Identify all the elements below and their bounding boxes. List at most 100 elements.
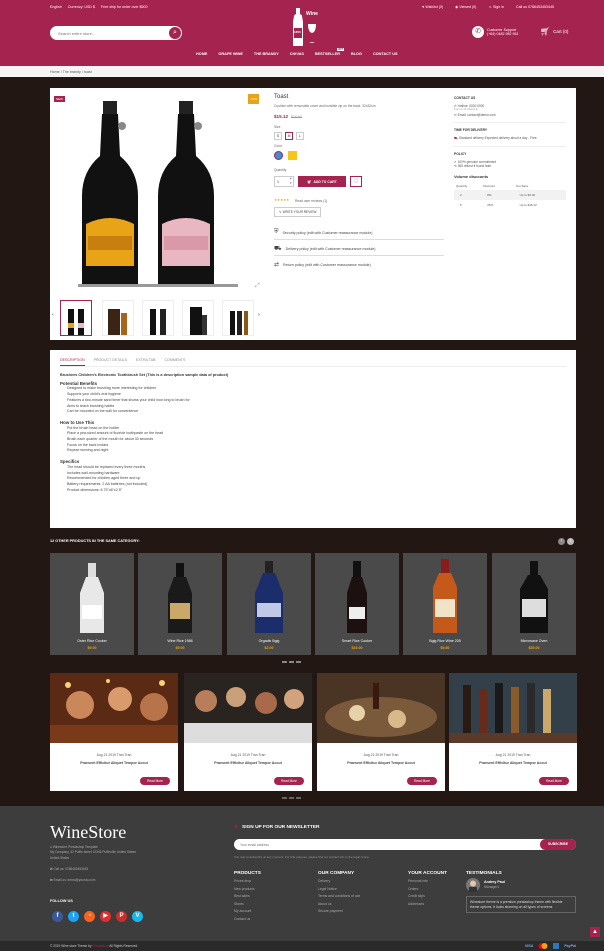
quantity-stepper[interactable]: ▴ ▾ (290, 176, 292, 186)
prestashop-link[interactable]: Prestashop (92, 944, 108, 948)
rss-icon[interactable]: ◔ (84, 911, 95, 922)
bottle-image (433, 559, 457, 633)
footer-link[interactable]: Legal Notice (318, 886, 360, 894)
table-row: 5 25% Up to $18.12 (460, 202, 537, 207)
wishlist-link[interactable]: ♥ Wishlist (0) (422, 5, 449, 9)
blog-card[interactable]: Aug 21 2019 Tran Tran Praesent Efficitur… (317, 673, 445, 791)
pagination-dot[interactable] (282, 797, 287, 799)
tab-description[interactable]: DESCRIPTION (60, 358, 85, 366)
read-more-button[interactable]: Read More (274, 777, 304, 785)
subscribe-button[interactable]: SUBSCRIBE (540, 839, 576, 850)
nav-the-brandy[interactable]: THE BRANDY (254, 52, 279, 56)
currency-select[interactable]: Currency: USD $ (68, 5, 95, 9)
product-card[interactable]: Microwave Oven $35.00 (492, 553, 576, 655)
footer-link[interactable]: Terms and conditions of use (318, 893, 360, 901)
search-input[interactable] (50, 26, 160, 40)
blog-meta: Aug 21 2019 Tran Tran (363, 753, 399, 757)
footer-link[interactable]: Orders (408, 886, 447, 894)
pagination-dot[interactable] (289, 797, 294, 799)
size-s[interactable]: S (274, 132, 282, 140)
footer-link[interactable]: Stores (234, 901, 261, 909)
blog-title[interactable]: Praesent Efficitur Aliquet Tempor Accut (50, 761, 178, 765)
signin-link[interactable]: ☺ Sign in (488, 5, 510, 9)
search-icon[interactable]: ⌕ (169, 27, 181, 39)
wishlist-heart-icon[interactable]: ♡ (350, 176, 362, 187)
size-m[interactable]: M (285, 132, 293, 140)
footer-link[interactable]: My account (234, 908, 261, 916)
blog-title[interactable]: Praesent Efficitur Aliquet Tempor Accut (449, 761, 577, 765)
viewed-link[interactable]: ◉ Viewed (0) (455, 5, 482, 9)
contact-email[interactable]: ✉ Email: contact@demo.com (454, 113, 566, 117)
color-yellow-swatch[interactable] (288, 151, 297, 160)
product-card[interactable]: Wine Rice 1986 $9.00 (138, 553, 222, 655)
pagination-dot[interactable] (289, 661, 294, 663)
footer-link[interactable]: Addresses (408, 901, 447, 909)
blog-card[interactable]: Aug 21 2019 Tran Tran Praesent Efficitur… (50, 673, 178, 791)
facebook-icon[interactable]: f (52, 911, 63, 922)
blog-title[interactable]: Praesent Efficitur Aliquet Tempor Accut (184, 761, 312, 765)
related-prev-icon[interactable]: ‹ (558, 538, 565, 545)
footer-link[interactable]: Prices drop (234, 878, 261, 886)
read-more-button[interactable]: Read More (407, 777, 437, 785)
thumbnail-2[interactable] (102, 300, 134, 336)
size-l[interactable]: L (296, 132, 304, 140)
thumbnail-5[interactable] (222, 300, 254, 336)
product-main-image[interactable] (58, 96, 258, 296)
pagination-dot[interactable] (296, 797, 301, 799)
footer-link[interactable]: Best sales (234, 893, 261, 901)
read-more-button[interactable]: Read More (539, 777, 569, 785)
pagination-dot[interactable] (296, 661, 301, 663)
tab-extra[interactable]: EXTRA TAB (136, 358, 155, 366)
breadcrumb-category[interactable]: The brandy (63, 70, 81, 74)
product-card[interactable]: Orgadis Bgig $2.00 (227, 553, 311, 655)
blog-card[interactable]: Aug 21 2019 Tran Tran Praesent Efficitur… (449, 673, 577, 791)
newsletter-email-input[interactable] (234, 839, 514, 850)
vimeo-icon[interactable]: V (132, 911, 143, 922)
product-card[interactable]: Oster Rice Cooker $9.00 (50, 553, 134, 655)
blog-title[interactable]: Praesent Efficitur Aliquet Tempor Accut (317, 761, 445, 765)
cart-button[interactable]: 🛒︎ Cart (0) (540, 27, 568, 36)
nav-contact[interactable]: CONTACT US (373, 52, 398, 56)
footer-link[interactable]: Contact us (234, 916, 261, 924)
pinterest-icon[interactable]: P (116, 911, 127, 922)
breadcrumb-home[interactable]: Home (50, 70, 60, 74)
nav-grape-wine[interactable]: GRAPE WINE (218, 52, 242, 56)
pagination-dot[interactable] (282, 661, 287, 663)
product-card[interactable]: Bgig Rice Wine 205 $9.80 (403, 553, 487, 655)
footer-link[interactable]: About us (318, 901, 360, 909)
thumbnail-1[interactable] (60, 300, 92, 336)
footer-link[interactable]: Credit slips (408, 893, 447, 901)
thumb-prev-icon[interactable]: ‹ (52, 312, 54, 318)
table-header: Quantity Discount You Save (456, 183, 529, 188)
color-blue-swatch[interactable] (274, 151, 283, 160)
nav-chivas[interactable]: CHIVAS (290, 52, 304, 56)
read-more-button[interactable]: Read More (140, 777, 170, 785)
related-next-icon[interactable]: › (567, 538, 574, 545)
read-reviews-link[interactable]: Read user reviews (1) (295, 199, 327, 203)
nav-home[interactable]: HOME (196, 52, 207, 56)
write-review-button[interactable]: ✎ WRITE YOUR REVIEW (274, 207, 322, 217)
nav-blog[interactable]: BLOG (351, 52, 362, 56)
blog-card[interactable]: Aug 21 2019 Tran Tran Praesent Efficitur… (184, 673, 312, 791)
add-to-cart-button[interactable]: 🛒︎ ADD TO CART (298, 176, 346, 187)
twitter-icon[interactable]: t (68, 911, 79, 922)
thumbnail-4[interactable] (182, 300, 214, 336)
footer-link[interactable]: Delivery (318, 878, 360, 886)
tab-product-details[interactable]: PRODUCT DETAILS (94, 358, 127, 366)
youtube-icon[interactable]: ▶ (100, 911, 111, 922)
thumb-next-icon[interactable]: › (258, 312, 260, 318)
footer-link[interactable]: Personal info (408, 878, 447, 886)
footer-link[interactable]: New products (234, 886, 261, 894)
expand-icon[interactable]: ⤢ (255, 283, 260, 290)
contact-title: CONTACT US (454, 96, 476, 100)
logo[interactable]: Wine 1850 (282, 6, 328, 48)
bottle-image (80, 563, 104, 633)
footer-link[interactable]: Secure payment (318, 908, 360, 916)
tab-comments[interactable]: COMMENTS (164, 358, 185, 366)
language-select[interactable]: English (50, 5, 62, 9)
related-pagination (282, 661, 301, 663)
thumbnail-3[interactable] (142, 300, 174, 336)
back-to-top-icon[interactable]: ▲ (590, 927, 600, 937)
nav-bestseller[interactable]: BESTSELLER HOT (315, 48, 344, 56)
product-card[interactable]: Smart Rice Cooker $16.00 (315, 553, 399, 655)
